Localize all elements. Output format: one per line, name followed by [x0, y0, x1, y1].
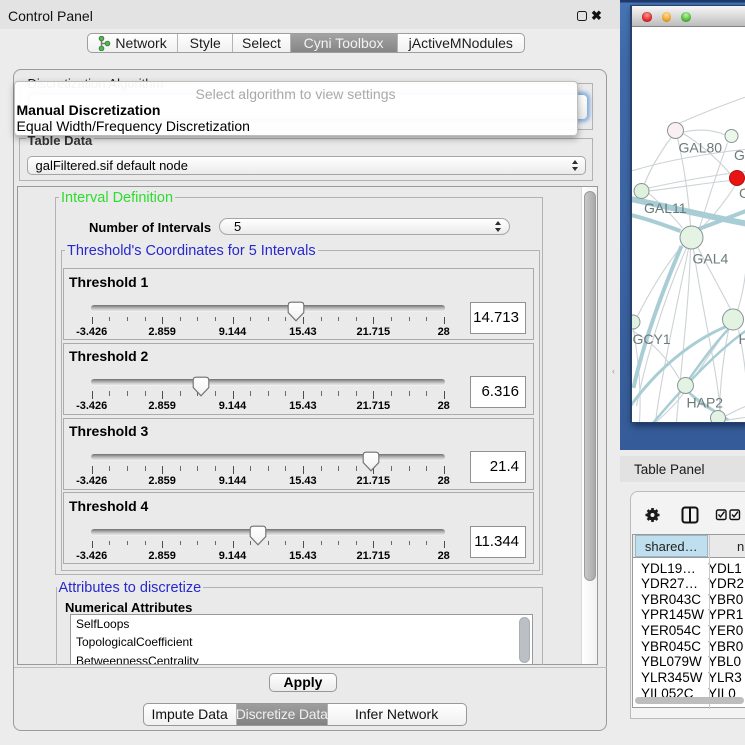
- svg-text:GAL4: GAL4: [693, 251, 729, 267]
- svg-text:HAP2: HAP2: [687, 395, 724, 411]
- svg-text:G.: G.: [734, 147, 745, 163]
- svg-text:GAL80: GAL80: [679, 140, 723, 156]
- svg-text:H: H: [739, 331, 745, 347]
- svg-text:C: C: [739, 185, 745, 201]
- svg-text:GCY1: GCY1: [633, 331, 671, 347]
- svg-text:GAL11: GAL11: [644, 200, 687, 216]
